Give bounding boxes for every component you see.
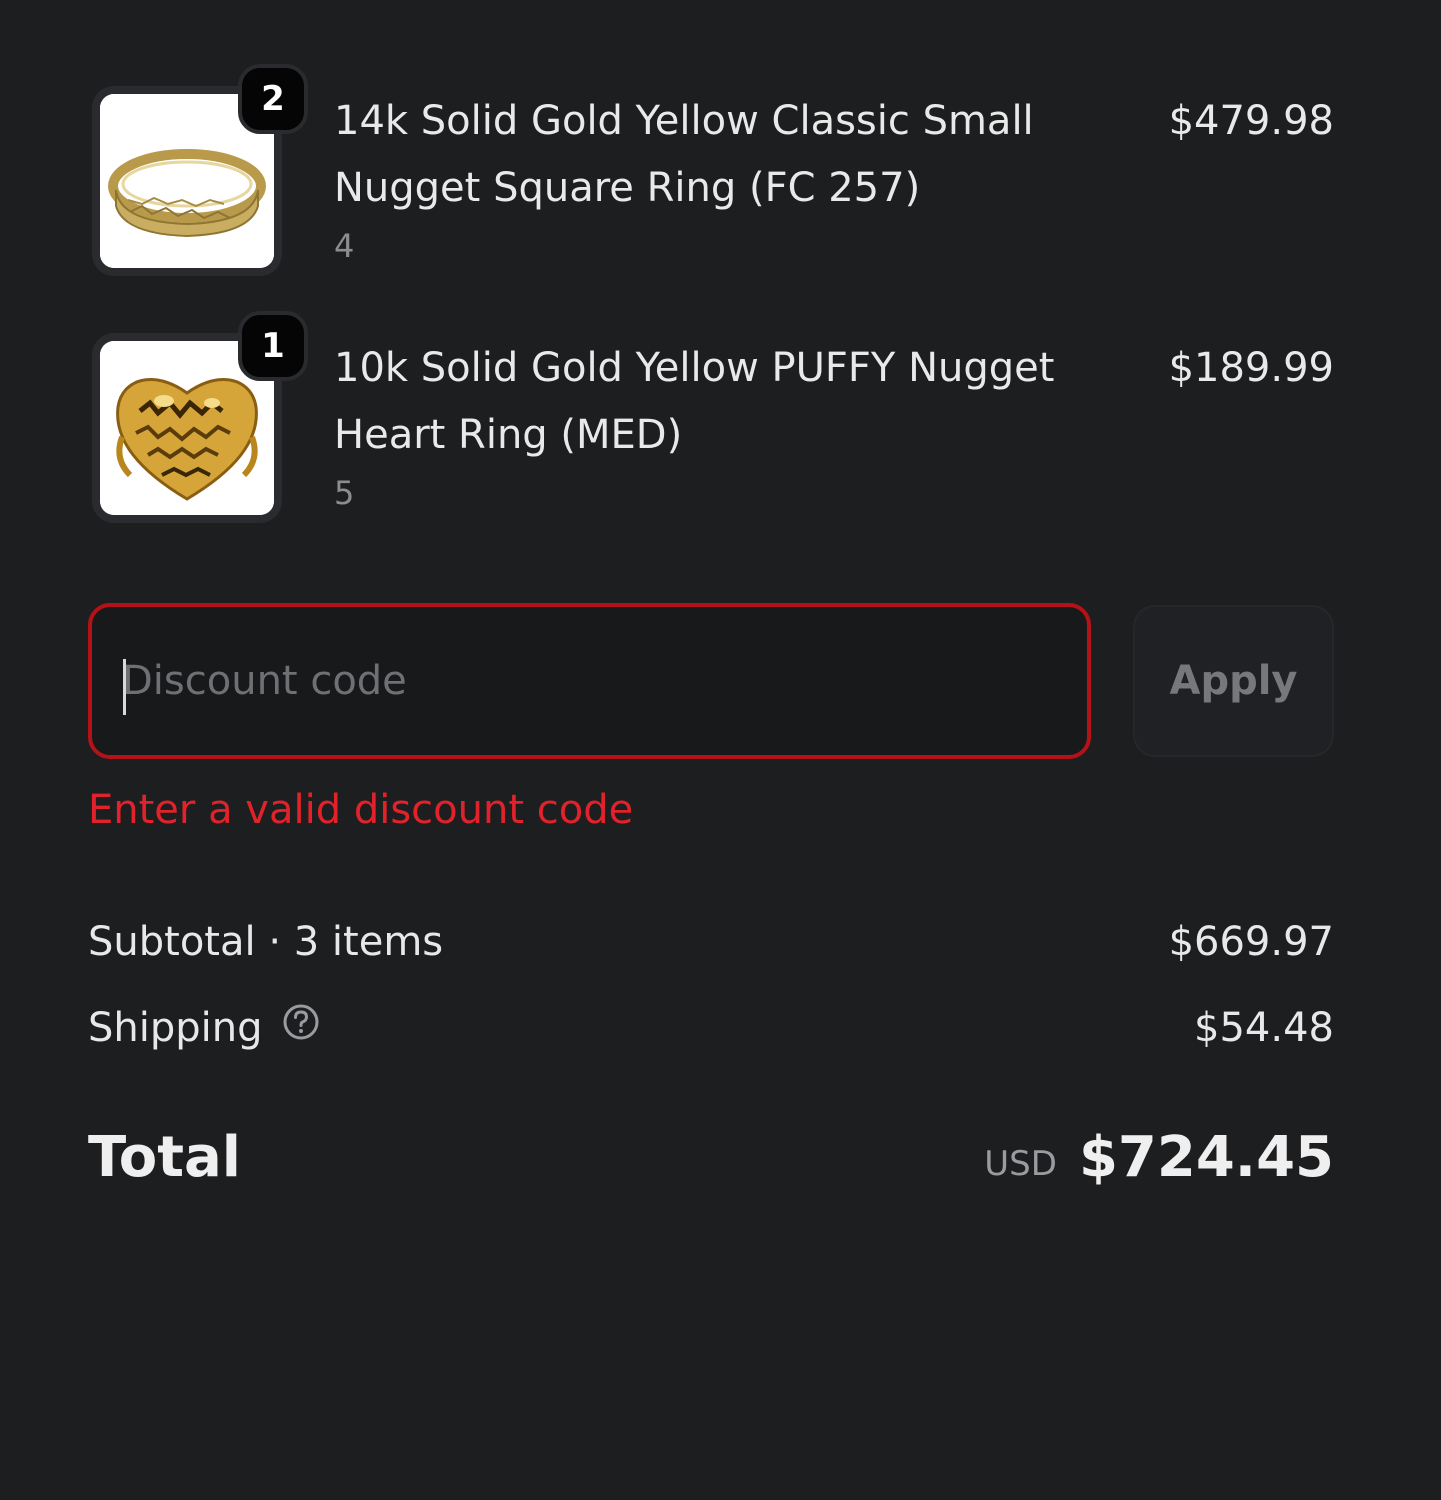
shipping-label: Shipping [88, 1005, 263, 1051]
subtotal-row: Subtotal · 3 items $669.97 [88, 912, 1334, 972]
subtotal-value: $669.97 [1168, 919, 1334, 965]
product-thumbnail: 1 [92, 311, 308, 523]
product-price: $189.99 [1168, 345, 1334, 391]
line-item: 1 10k Solid Gold Yellow PUFFY Nugget Hea… [88, 311, 1334, 523]
discount-error-message: Enter a valid discount code [88, 787, 634, 833]
product-title: 14k Solid Gold Yellow Classic Small Nugg… [334, 98, 1034, 211]
line-item: 2 14k Solid Gold Yellow Classic Small Nu… [88, 64, 1334, 276]
shipping-label-group: Shipping [88, 998, 321, 1058]
product-price: $479.98 [1168, 98, 1334, 144]
question-circle-icon[interactable] [281, 1002, 321, 1042]
total-row: Total USD $724.45 [88, 1118, 1334, 1198]
text-cursor [123, 659, 126, 715]
discount-code-input[interactable] [122, 607, 1052, 755]
total-amount: $724.45 [1078, 1125, 1334, 1190]
quantity-badge: 1 [238, 311, 308, 381]
discount-code-field[interactable] [88, 603, 1091, 759]
currency-code: USD [984, 1144, 1057, 1184]
product-title: 10k Solid Gold Yellow PUFFY Nugget Heart… [334, 345, 1055, 458]
quantity-badge: 2 [238, 64, 308, 134]
total-label: Total [88, 1125, 241, 1190]
product-thumbnail: 2 [92, 64, 308, 276]
subtotal-label: Subtotal · 3 items [88, 919, 444, 965]
apply-discount-button[interactable]: Apply [1133, 605, 1334, 757]
product-variant: 4 [334, 227, 355, 265]
total-value-group: USD $724.45 [984, 1118, 1334, 1198]
product-variant: 5 [334, 474, 355, 512]
shipping-value: $54.48 [1194, 1005, 1334, 1051]
shipping-row: Shipping $54.48 [88, 998, 1334, 1058]
